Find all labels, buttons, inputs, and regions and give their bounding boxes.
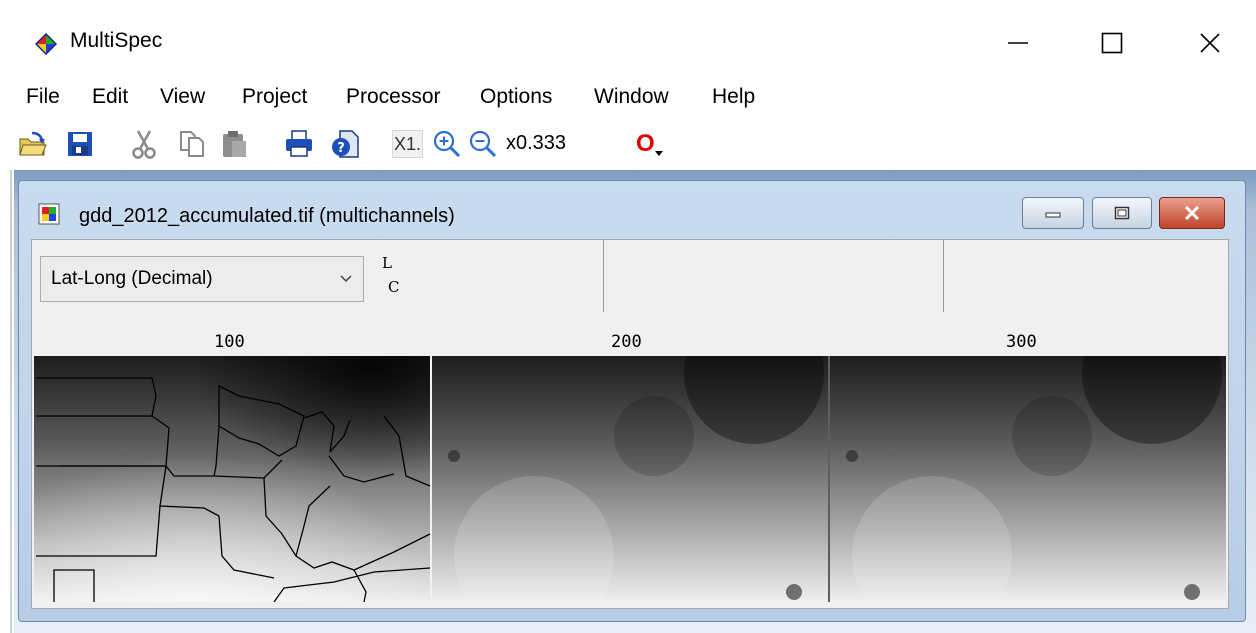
image-window-close-button[interactable] (1159, 197, 1225, 229)
line-label: L (382, 254, 392, 272)
minimize-button[interactable] (988, 18, 1048, 68)
save-button[interactable] (66, 128, 94, 160)
menu-bar: File Edit View Project Processor Options… (0, 80, 1256, 116)
image-panel-3 (830, 356, 1226, 602)
toolbar: ? X1. x0.333 O (0, 116, 1256, 168)
minimize-icon (1045, 212, 1061, 218)
menu-project[interactable]: Project (242, 85, 307, 109)
maximize-button[interactable] (1082, 18, 1142, 68)
maximize-icon (1101, 32, 1123, 54)
help-button[interactable]: ? (330, 128, 360, 160)
raster-image (34, 356, 1226, 602)
coordinate-units-value: Lat-Long (Decimal) (51, 268, 213, 289)
cut-button[interactable] (130, 128, 158, 160)
multispec-logo-icon (35, 33, 57, 55)
title-bar: MultiSpec (0, 0, 1256, 80)
copy-button[interactable] (178, 128, 208, 160)
close-icon (1200, 33, 1220, 53)
menu-file[interactable]: File (26, 85, 60, 109)
coordinate-separator (603, 240, 604, 312)
zoom-out-button[interactable] (468, 128, 498, 160)
save-icon (68, 132, 92, 156)
image-window-title: gdd_2012_accumulated.tif (multichannels) (79, 205, 455, 227)
open-file-button[interactable] (18, 128, 48, 160)
paste-button[interactable] (220, 128, 248, 160)
app-title: MultiSpec (70, 29, 163, 52)
open-folder-icon (19, 131, 47, 156)
column-tick-label: 100 (214, 332, 245, 352)
minimize-icon (1008, 42, 1028, 44)
column-label: C (388, 278, 400, 296)
image-client-area: Lat-Long (Decimal) L C 100 200 300 (31, 239, 1229, 609)
zoom-out-icon (469, 130, 497, 158)
scissors-icon (132, 130, 156, 159)
mdi-divider (10, 170, 12, 633)
image-panel-1 (34, 356, 431, 602)
zoom-level: x0.333 (506, 132, 567, 154)
column-tick-label: 300 (1006, 332, 1037, 352)
image-window: gdd_2012_accumulated.tif (multichannels)… (18, 180, 1246, 622)
printer-icon (286, 130, 312, 157)
paste-icon (223, 131, 246, 157)
svg-text:?: ? (337, 141, 345, 156)
menu-view[interactable]: View (160, 85, 205, 109)
menu-processor[interactable]: Processor (346, 85, 441, 109)
image-window-icon (38, 203, 60, 225)
print-button[interactable] (284, 128, 314, 160)
menu-window[interactable]: Window (594, 85, 669, 109)
close-icon (1184, 205, 1200, 221)
coordinate-units-select[interactable]: Lat-Long (Decimal) (40, 256, 364, 302)
zoom-reset-button[interactable]: X1. (392, 128, 424, 160)
image-window-minimize-button[interactable] (1022, 197, 1084, 229)
restore-icon (1114, 206, 1130, 220)
dropdown-arrow-icon (654, 151, 663, 156)
image-display[interactable] (34, 356, 1226, 602)
zoom-in-button[interactable] (432, 128, 462, 160)
overlay-label: O (636, 130, 655, 157)
menu-options[interactable]: Options (480, 85, 552, 109)
help-icon: ? (332, 130, 359, 158)
zoom-reset-label: X1. (392, 130, 424, 158)
image-window-restore-button[interactable] (1092, 197, 1152, 229)
menu-help[interactable]: Help (712, 85, 755, 109)
chevron-down-icon (340, 275, 352, 283)
zoom-in-icon (433, 130, 461, 158)
close-button[interactable] (1180, 18, 1240, 68)
overlay-button[interactable]: O (636, 128, 663, 160)
column-tick-label: 200 (611, 332, 642, 352)
app-window: MultiSpec File Edit View Project Process… (0, 0, 1256, 633)
coordinate-separator (943, 240, 944, 312)
menu-edit[interactable]: Edit (92, 85, 128, 109)
copy-icon (180, 131, 204, 157)
